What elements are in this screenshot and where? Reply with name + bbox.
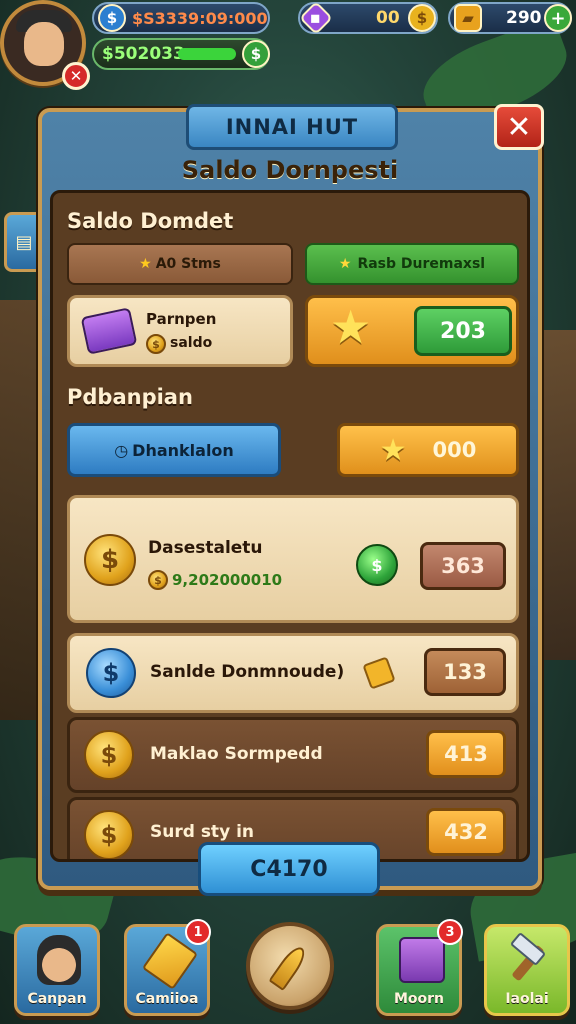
dhanklalon-button[interactable]: ◷ Dhanklalon bbox=[67, 423, 281, 477]
hud-cash-value: $502033 bbox=[102, 44, 185, 64]
row-value: 363 bbox=[420, 542, 506, 590]
cash-progress-bar bbox=[178, 48, 236, 60]
character-icon bbox=[37, 935, 81, 985]
gold-coin-icon: $ bbox=[408, 4, 436, 32]
gold-coin-icon: $ bbox=[84, 730, 134, 780]
row-label: Dasestaletu bbox=[148, 538, 263, 558]
list-item[interactable]: $ Dasestaletu $ 9,202000010 $ 363 bbox=[67, 495, 519, 623]
avatar-close-icon[interactable]: ✕ bbox=[62, 62, 90, 90]
total-button[interactable]: C4170 bbox=[198, 842, 380, 896]
nav-camiioa[interactable]: 1 Camiioa bbox=[124, 919, 211, 1016]
item-card-name: Parnpen bbox=[146, 310, 217, 328]
tab-rasb[interactable]: ★ Rasb Duremaxsl bbox=[305, 243, 519, 285]
reward-value: 203 bbox=[414, 306, 512, 356]
nav-iaolai[interactable]: Iaolai bbox=[484, 924, 570, 1016]
feather-icon bbox=[268, 942, 310, 992]
hud-coins-value: $S3339:09:000 bbox=[132, 8, 268, 28]
hud-tickets-value: 290 bbox=[506, 8, 542, 28]
notification-badge: 1 bbox=[185, 919, 211, 945]
tab-stars-label: A0 Stms bbox=[155, 256, 221, 272]
list-item[interactable]: $ Maklao Sormpedd 413 bbox=[67, 717, 519, 793]
nav-moorn-label: Moorn bbox=[393, 991, 445, 1007]
nav-iaolai-label: Iaolai bbox=[505, 991, 549, 1007]
panel-title: INNAI HUT bbox=[186, 104, 398, 150]
row-label: Surd sty in bbox=[150, 822, 254, 842]
row-value: 133 bbox=[424, 648, 506, 696]
panel-subtitle: Saldo Dornpesti bbox=[181, 156, 399, 184]
section-title-saldo: Saldo Domdet bbox=[67, 209, 234, 233]
clock-icon: ◷ bbox=[114, 440, 129, 460]
row-sub-value: 9,202000010 bbox=[172, 571, 283, 589]
tab-stars[interactable]: ★ A0 Stms bbox=[67, 243, 293, 285]
hud-tickets: ▰ 290 + bbox=[448, 2, 572, 34]
stars-button[interactable]: ★ 000 bbox=[337, 423, 519, 477]
item-card-value: saldo bbox=[170, 335, 213, 351]
avatar-face bbox=[24, 22, 64, 66]
panel-close-button[interactable]: ✕ bbox=[494, 104, 544, 150]
tab-rasb-label: Rasb Duremaxsl bbox=[357, 256, 486, 272]
cash-icon: $ bbox=[356, 544, 398, 586]
row-value: 432 bbox=[426, 808, 506, 856]
item-card[interactable]: Parnpen $ saldo bbox=[67, 295, 293, 367]
hut-panel: INNAI HUT ✕ Saldo Dornpesti Saldo Domdet… bbox=[38, 104, 544, 890]
panel-content: Saldo Domdet ★ A0 Stms ★ Rasb Duremaxsl … bbox=[50, 190, 530, 862]
nav-canpan[interactable]: Canpan bbox=[14, 924, 100, 1016]
coin-icon: $ bbox=[146, 334, 166, 354]
row-value: 413 bbox=[426, 730, 506, 778]
list-item[interactable]: $ Sanlde Donmnoude) 133 bbox=[67, 633, 519, 713]
ticket-icon bbox=[362, 656, 396, 690]
hud-coins: $ $S3339:09:000 bbox=[92, 2, 270, 34]
center-action-button[interactable] bbox=[246, 922, 334, 1010]
star-icon: ★ bbox=[379, 432, 407, 468]
hammer-icon bbox=[505, 931, 553, 983]
coin-icon: $ bbox=[98, 4, 126, 32]
hud-gems: ◆ 00 $ bbox=[298, 1, 438, 35]
gold-coin-icon: $ bbox=[84, 810, 134, 859]
add-icon[interactable]: + bbox=[544, 4, 572, 32]
star-icon: ★ bbox=[139, 256, 152, 272]
row-label: Sanlde Donmnoude) bbox=[150, 662, 345, 682]
section-title-pdbanpian: Pdbanpian bbox=[67, 385, 193, 409]
coin-icon: $ bbox=[148, 570, 168, 590]
wallet-icon bbox=[80, 307, 138, 355]
dhanklalon-label: Dhanklalon bbox=[132, 440, 234, 460]
notification-badge: 3 bbox=[437, 919, 463, 945]
nav-camiioa-label: Camiioa bbox=[135, 991, 199, 1007]
row-label: Maklao Sormpedd bbox=[150, 744, 323, 764]
star-icon: ★ bbox=[338, 256, 352, 272]
star-icon: ★ bbox=[330, 300, 372, 354]
cash-add-icon[interactable]: $ bbox=[242, 40, 270, 68]
stars-value: 000 bbox=[432, 438, 477, 462]
ticket-icon: ▰ bbox=[454, 4, 482, 32]
nav-moorn[interactable]: 3 Moorn bbox=[376, 919, 463, 1016]
blue-coin-icon: $ bbox=[86, 648, 136, 698]
book-icon bbox=[399, 937, 445, 983]
nav-canpan-label: Canpan bbox=[27, 991, 87, 1007]
hud-gems-value: 00 bbox=[376, 8, 400, 28]
reward-card[interactable]: ★ 203 bbox=[305, 295, 519, 367]
gem-icon: ◆ bbox=[299, 1, 333, 35]
gold-coin-icon: $ bbox=[84, 534, 136, 586]
hud-cash: $502033 $ bbox=[92, 38, 270, 70]
